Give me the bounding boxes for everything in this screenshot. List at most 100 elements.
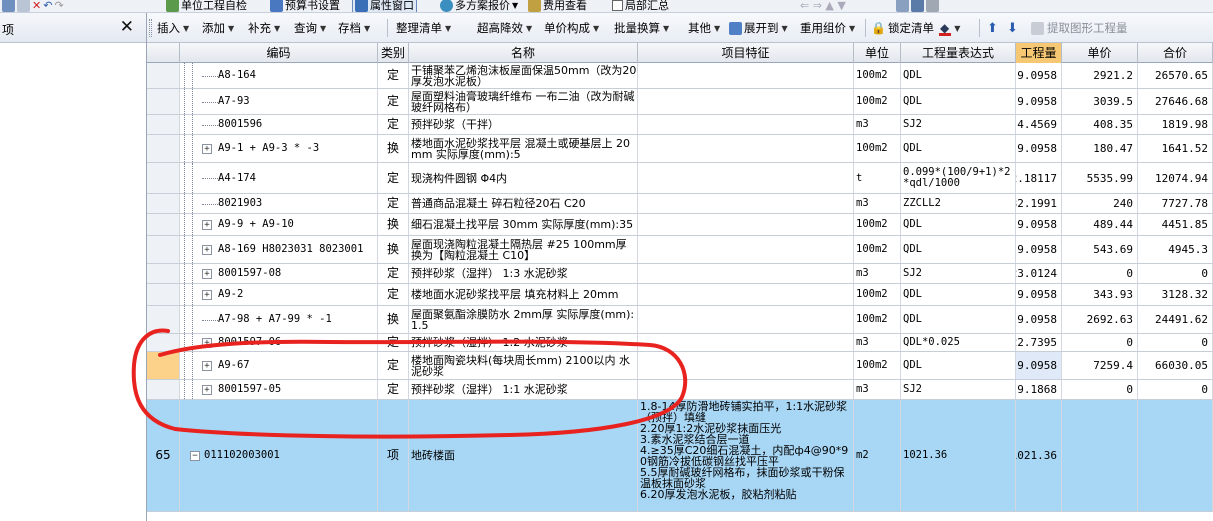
move-down-icon[interactable]: ⬇ xyxy=(1007,20,1018,36)
cell-price[interactable]: 543.69 xyxy=(1062,236,1138,263)
cell-total[interactable]: 4451.85 xyxy=(1138,214,1213,235)
cell-type[interactable]: 定 xyxy=(378,284,409,305)
cell-type[interactable]: 换 xyxy=(378,236,409,263)
close-icon[interactable]: ✕ xyxy=(120,17,134,37)
table-row[interactable]: +8001597-08 定预拌砂浆（湿拌） 1:3 水泥砂浆 m3 SJ2 23.012… xyxy=(147,264,1213,284)
cell-price[interactable]: 408.35 xyxy=(1062,115,1138,134)
unit-price-composition-button[interactable]: 单价构成 ▼ xyxy=(544,20,599,36)
table-row[interactable]: 8021903 定普通商品混凝土 碎石粒径20石 C20 m3 ZZCLL2 32.19… xyxy=(147,194,1213,214)
cell-name[interactable]: 屋面现浇陶粒混凝土隔热层 #25 100mm厚 换为【陶粒混凝土 C10】 xyxy=(409,236,638,263)
archive-button[interactable]: 存档 ▼ xyxy=(338,20,370,36)
cell-qty[interactable]: 9.0958 xyxy=(1016,89,1062,114)
fee-view-button[interactable]: 费用查看 xyxy=(528,0,587,12)
cell-total[interactable]: 1641.52 xyxy=(1138,135,1213,162)
cell-price[interactable]: 489.44 xyxy=(1062,214,1138,235)
header-code[interactable]: 编码 xyxy=(180,43,378,63)
header-expression[interactable]: 工程量表达式 xyxy=(901,43,1016,63)
partial-summary-checkbox[interactable]: 局部汇总 xyxy=(612,0,669,12)
cell-expr[interactable]: SJ2 xyxy=(901,380,1016,399)
cell-expr[interactable]: QDL xyxy=(901,214,1016,235)
cell-num[interactable] xyxy=(147,63,180,88)
cell-feature[interactable] xyxy=(638,89,854,114)
cell-expr[interactable]: SJ2 xyxy=(901,264,1016,283)
cell-unit[interactable]: 100m2 xyxy=(854,306,901,333)
cell-expr[interactable]: QDL xyxy=(901,284,1016,305)
cell-unit[interactable]: m3 xyxy=(854,264,901,283)
cell-unit[interactable]: m3 xyxy=(854,194,901,213)
arrow-icons[interactable]: ⇐ ⇒ ▲ ▼ xyxy=(800,0,846,12)
cell-qty[interactable]: 9.0958 xyxy=(1016,214,1062,235)
cell-expr[interactable]: ZZCLL2 xyxy=(901,194,1016,213)
cell-unit[interactable]: 100m2 xyxy=(854,236,901,263)
cell-total[interactable]: 0 xyxy=(1138,264,1213,283)
cell-num[interactable] xyxy=(147,284,180,305)
cell-expr[interactable]: SJ2 xyxy=(901,115,1016,134)
document-icon[interactable] xyxy=(2,0,15,12)
collapse-icon[interactable]: − xyxy=(190,450,200,461)
height-reduction-button[interactable]: 超高降效 ▼ xyxy=(477,20,532,36)
cell-price[interactable]: 5535.99 xyxy=(1062,163,1138,193)
cell-num[interactable] xyxy=(147,236,180,263)
cell-feature[interactable] xyxy=(638,236,854,263)
cell-total[interactable]: 26570.65 xyxy=(1138,63,1213,88)
lock-list-button[interactable]: 🔒 锁定清单 xyxy=(871,20,934,36)
fill-color-button[interactable]: ◆ ▼ xyxy=(939,20,960,36)
cell-qty[interactable]: 9.0958 xyxy=(1016,135,1062,162)
cell-type[interactable]: 定 xyxy=(378,264,409,283)
cell-price[interactable]: 0 xyxy=(1062,380,1138,399)
cell-price[interactable]: 0 xyxy=(1062,264,1138,283)
batch-conversion-button[interactable]: 批量换算 ▼ xyxy=(614,20,669,36)
header-unit-price[interactable]: 单价 xyxy=(1062,43,1138,63)
cell-code[interactable]: 8001596 xyxy=(180,115,378,134)
cell-unit[interactable]: m3 xyxy=(854,334,901,351)
cell-expr[interactable]: QDL xyxy=(901,352,1016,379)
cell-unit[interactable]: m3 xyxy=(854,115,901,134)
cell-type[interactable]: 定 xyxy=(378,63,409,88)
cell-code[interactable]: A7-93 xyxy=(180,89,378,114)
insert-button[interactable]: 插入 ▼ xyxy=(157,20,189,36)
organize-list-button[interactable]: 整理清单 ▼ xyxy=(396,20,451,36)
supplement-button[interactable]: 补充 ▼ xyxy=(248,20,280,36)
cell-feature[interactable] xyxy=(638,135,854,162)
cell-total[interactable]: 0 xyxy=(1138,380,1213,399)
cell-expr[interactable]: 1021.36 xyxy=(901,400,1016,511)
cell-type[interactable]: 定 xyxy=(378,89,409,114)
cell-total[interactable]: 1819.98 xyxy=(1138,115,1213,134)
cell-feature[interactable] xyxy=(638,214,854,235)
cell-price[interactable]: 180.47 xyxy=(1062,135,1138,162)
cell-expr[interactable]: QDL xyxy=(901,63,1016,88)
cell-qty[interactable]: 9.1868 xyxy=(1016,380,1062,399)
cell-code[interactable]: + A8-169 H8023031 8023001 xyxy=(180,236,378,263)
cell-unit[interactable]: t xyxy=(854,163,901,193)
cell-num[interactable] xyxy=(147,115,180,134)
table-row[interactable]: 8001596 定预拌砂浆（干拌） m3 SJ2 4.4569 408.35 1819.98 xyxy=(147,115,1213,135)
reuse-price-button[interactable]: 重用组价 ▼ xyxy=(800,20,855,36)
cell-total[interactable] xyxy=(1138,400,1213,511)
cell-num[interactable] xyxy=(147,194,180,213)
cell-type[interactable]: 换 xyxy=(378,135,409,162)
cell-feature[interactable] xyxy=(638,284,854,305)
cell-price[interactable]: 240 xyxy=(1062,194,1138,213)
cell-name[interactable]: 楼地面水泥砂浆找平层 混凝土或硬基层上 20mm 实际厚度(mm):5 xyxy=(409,135,638,162)
cell-name[interactable]: 细石混凝土找平层 30mm 实际厚度(mm):35 xyxy=(409,214,638,235)
cell-expr[interactable]: QDL xyxy=(901,236,1016,263)
cell-unit[interactable]: 100m2 xyxy=(854,214,901,235)
table-row[interactable]: + A9-2 定楼地面水泥砂浆找平层 填充材料上 20mm 100m2 QDL 9.095… xyxy=(147,284,1213,306)
cell-price[interactable]: 343.93 xyxy=(1062,284,1138,305)
cell-qty[interactable]: 9.0958 xyxy=(1016,284,1062,305)
cell-feature[interactable] xyxy=(638,63,854,88)
expand-icon[interactable]: + xyxy=(202,268,212,279)
cell-total[interactable]: 24491.62 xyxy=(1138,306,1213,333)
cell-code[interactable]: + A9-2 xyxy=(180,284,378,305)
cell-qty[interactable]: 32.1991 xyxy=(1016,194,1062,213)
cell-type[interactable]: 定 xyxy=(378,194,409,213)
cell-expr[interactable]: QDL xyxy=(901,135,1016,162)
cell-type[interactable]: 换 xyxy=(378,214,409,235)
cell-unit[interactable]: 100m2 xyxy=(854,135,901,162)
table-row[interactable]: + A9-9 + A9-10 换细石混凝土找平层 30mm 实际厚度(mm):35 1… xyxy=(147,214,1213,236)
cell-price[interactable]: 2692.63 xyxy=(1062,306,1138,333)
cell-num[interactable] xyxy=(147,264,180,283)
cell-feature[interactable] xyxy=(638,264,854,283)
cell-unit[interactable]: 100m2 xyxy=(854,89,901,114)
cell-code[interactable]: + A9-9 + A9-10 xyxy=(180,214,378,235)
